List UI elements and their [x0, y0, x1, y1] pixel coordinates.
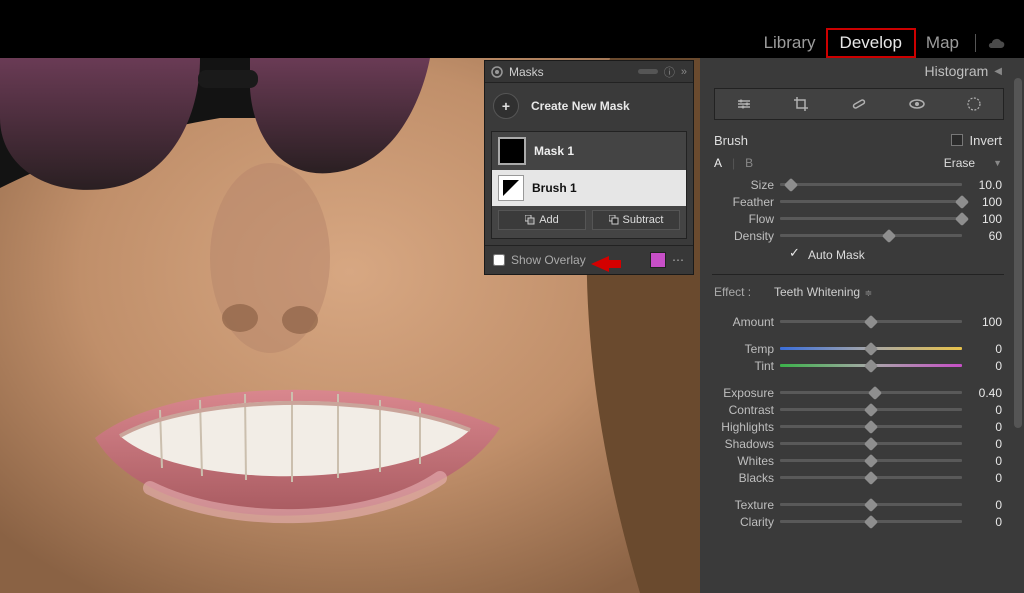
cloud-sync-icon[interactable] — [986, 36, 1006, 50]
edit-tool-icon[interactable] — [733, 93, 755, 115]
mask-actions: Add Subtract — [492, 206, 686, 238]
mask-item: Mask 1 Brush 1 Add Subtract — [491, 131, 687, 239]
erase-button[interactable]: Erase — [944, 156, 975, 170]
more-menu-icon[interactable]: ⋯ — [672, 253, 685, 267]
contrast-slider[interactable]: Contrast 0 — [700, 401, 1024, 418]
automask-label: Auto Mask — [808, 248, 865, 262]
nav-develop[interactable]: Develop — [826, 28, 916, 58]
nav-separator — [975, 34, 976, 52]
show-overlay-label: Show Overlay — [511, 253, 644, 267]
brush-a-button[interactable]: A — [714, 156, 722, 170]
tint-slider[interactable]: Tint 0 — [700, 357, 1024, 374]
whites-slider[interactable]: Whites 0 — [700, 452, 1024, 469]
histogram-header[interactable]: Histogram ◀ — [700, 58, 1024, 84]
overlay-color-swatch[interactable] — [650, 252, 666, 268]
redeye-tool-icon[interactable] — [906, 93, 928, 115]
invert-label: Invert — [969, 133, 1002, 148]
highlights-slider[interactable]: Highlights 0 — [700, 418, 1024, 435]
histogram-label: Histogram — [925, 63, 989, 79]
mask-name: Mask 1 — [534, 144, 574, 158]
exposure-slider[interactable]: Exposure 0.40 — [700, 384, 1024, 401]
blacks-slider[interactable]: Blacks 0 — [700, 469, 1024, 486]
module-nav: Library Develop Map — [754, 28, 1006, 58]
nav-map[interactable]: Map — [916, 29, 969, 57]
create-mask-row[interactable]: + Create New Mask — [485, 83, 693, 131]
collapse-triangle-icon[interactable]: ◀ — [994, 66, 1002, 77]
effect-preset-dropdown[interactable]: Teeth Whitening ≑ — [774, 285, 872, 299]
masks-panel-header[interactable]: Masks ⓘ » — [485, 61, 693, 83]
temp-slider[interactable]: Temp 0 — [700, 340, 1024, 357]
automask-checkbox[interactable] — [790, 249, 802, 261]
right-panel: Histogram ◀ Brush Invert A | B Erase ▼ S… — [700, 58, 1024, 593]
disclosure-triangle-icon[interactable]: ▼ — [993, 158, 1002, 168]
effect-row: Effect : Teeth Whitening ≑ — [700, 281, 1024, 303]
brush-b-button[interactable]: B — [745, 156, 753, 170]
amount-slider[interactable]: Amount 100 — [700, 313, 1024, 330]
scrollbar[interactable] — [1014, 78, 1022, 428]
show-overlay-checkbox[interactable] — [493, 254, 505, 266]
feather-slider[interactable]: Feather 100 — [700, 193, 1024, 210]
collapse-icon[interactable]: » — [681, 66, 687, 78]
mask-component-row[interactable]: Brush 1 — [492, 170, 686, 206]
brush-preset-row: A | B Erase ▼ — [700, 154, 1024, 176]
size-slider[interactable]: Size 10.0 — [700, 176, 1024, 193]
clarity-slider[interactable]: Clarity 0 — [700, 513, 1024, 530]
invert-checkbox[interactable] — [951, 134, 963, 146]
nav-library[interactable]: Library — [754, 29, 826, 57]
crop-tool-icon[interactable] — [790, 93, 812, 115]
masking-tool-icon[interactable] — [963, 93, 985, 115]
chevron-updown-icon: ≑ — [862, 288, 872, 298]
add-icon — [525, 215, 535, 225]
tool-strip — [714, 88, 1004, 120]
mask-thumbnail[interactable] — [498, 137, 526, 165]
drag-handle-icon[interactable] — [638, 69, 658, 74]
heal-tool-icon[interactable] — [848, 93, 870, 115]
subtract-icon — [609, 215, 619, 225]
plus-icon[interactable]: + — [493, 93, 519, 119]
create-mask-label: Create New Mask — [531, 99, 630, 113]
subtract-mask-button[interactable]: Subtract — [592, 210, 680, 230]
top-bar: Library Develop Map — [0, 0, 1024, 58]
help-icon[interactable]: ⓘ — [664, 64, 675, 80]
effect-label: Effect : — [714, 285, 766, 299]
mask-header-row[interactable]: Mask 1 — [492, 132, 686, 170]
divider — [712, 274, 1004, 275]
density-slider[interactable]: Density 60 — [700, 227, 1024, 244]
brush-name: Brush 1 — [532, 181, 577, 195]
masks-panel: Masks ⓘ » + Create New Mask Mask 1 Brush… — [484, 60, 694, 275]
masks-panel-title: Masks — [509, 65, 632, 79]
add-mask-button[interactable]: Add — [498, 210, 586, 230]
texture-slider[interactable]: Texture 0 — [700, 496, 1024, 513]
shadows-slider[interactable]: Shadows 0 — [700, 435, 1024, 452]
masks-panel-footer: Show Overlay ⋯ — [485, 245, 693, 274]
brush-thumbnail[interactable] — [498, 175, 524, 201]
masks-panel-icon — [491, 66, 503, 78]
brush-section-label: Brush — [714, 133, 748, 148]
flow-slider[interactable]: Flow 100 — [700, 210, 1024, 227]
automask-row[interactable]: Auto Mask — [700, 244, 1024, 270]
